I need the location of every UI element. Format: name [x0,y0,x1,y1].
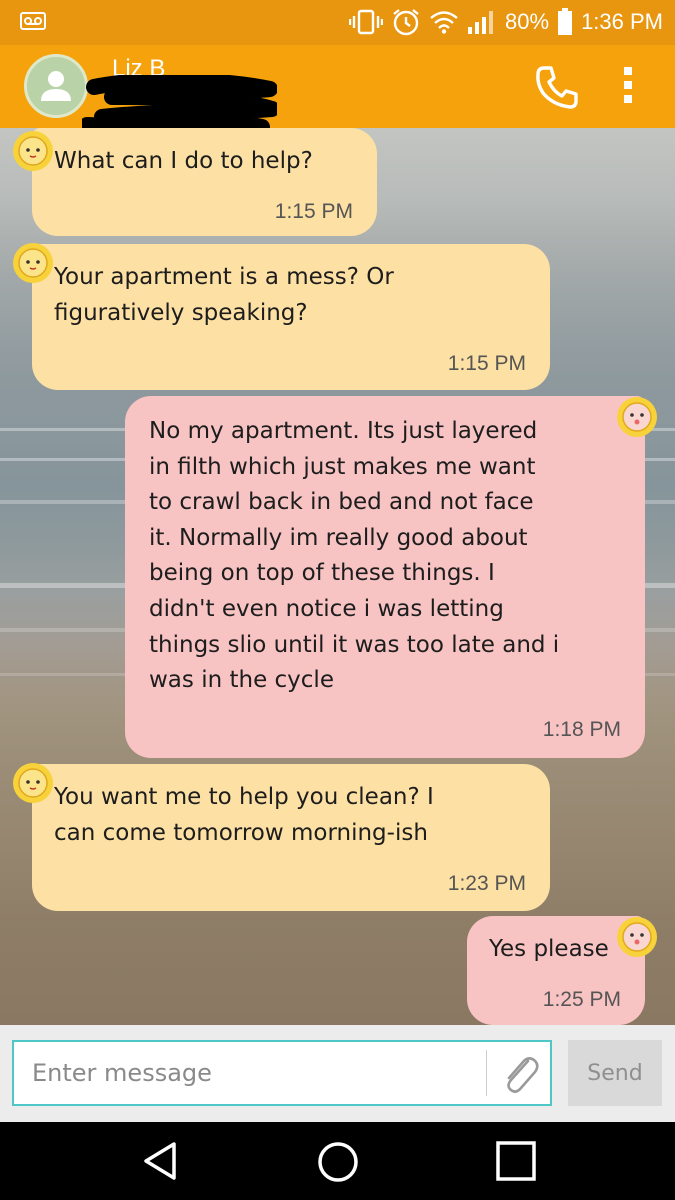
pink-sun-sticker-icon [617,397,657,437]
sun-sticker-icon [13,131,53,171]
avatar-icon[interactable] [24,54,88,118]
message-time: 1:15 PM [274,200,353,223]
overflow-menu-icon[interactable] [622,65,634,109]
message-bubble-incoming[interactable]: Your apartment is a mess? Or figurativel… [32,244,550,390]
back-icon[interactable] [140,1140,180,1182]
pink-sun-sticker-icon [617,917,657,957]
status-icons: 80% 1:36 PM [349,7,663,37]
sun-sticker-icon [13,763,53,803]
alarm-icon [391,8,421,36]
message-time: 1:25 PM [542,988,621,1011]
message-bubble-outgoing[interactable]: No my apartment. Its just layered in fil… [125,396,645,758]
voicemail-icon [20,12,46,34]
message-text: What can I do to help? [54,148,313,174]
message-bubble-incoming[interactable]: What can I do to help? 1:15 PM [32,128,377,236]
input-divider [486,1050,487,1096]
message-time: 1:23 PM [447,872,526,895]
sun-sticker-icon [13,243,53,283]
message-text: You want me to help you clean? I can com… [54,784,434,846]
paperclip-icon[interactable] [498,1051,542,1101]
redaction-scribble [82,75,277,131]
wifi-icon [429,10,459,34]
message-text: No my apartment. Its just layered in fil… [149,418,560,694]
status-clock: 1:36 PM [581,9,663,34]
composer-bar: Send [0,1025,675,1122]
home-icon[interactable] [316,1140,360,1184]
message-thread[interactable]: What can I do to help? 1:15 PM Your apar… [0,128,675,1025]
phone-icon[interactable] [535,65,579,113]
message-time: 1:18 PM [542,718,621,741]
battery-percent: 80% [505,9,550,34]
conversation-header: Liz B [0,45,675,131]
status-bar: 80% 1:36 PM [0,0,675,45]
signal-icon [467,9,497,35]
message-time: 1:15 PM [447,352,526,375]
recents-icon[interactable] [495,1140,537,1182]
battery-icon [557,8,573,36]
message-text: Your apartment is a mess? Or figurativel… [54,264,394,326]
message-bubble-incoming[interactable]: You want me to help you clean? I can com… [32,764,550,911]
send-button[interactable]: Send [568,1040,662,1106]
message-input[interactable] [12,1040,552,1106]
navigation-bar [0,1122,675,1200]
vibrate-icon [349,9,384,35]
message-text: Yes please [489,936,609,962]
